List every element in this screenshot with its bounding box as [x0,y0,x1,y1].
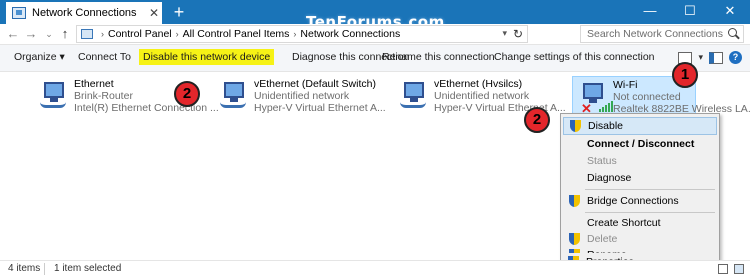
adapter-vethernet-hvsilcs[interactable]: vEthernet (Hvsilcs) Unidentified network… [394,76,566,114]
maximize-button[interactable]: ☐ [670,2,710,20]
address-bar[interactable]: › Control Panel › All Control Panel Item… [76,25,528,43]
callout-step-1: 1 [672,62,698,88]
breadcrumb-separator: › [175,29,179,39]
search-icon[interactable] [725,26,743,42]
change-settings-button[interactable]: Change settings of this connection [494,51,655,63]
status-bar: 4 items 1 item selected [0,260,750,277]
menu-item-diagnose[interactable]: Diagnose [563,169,717,187]
connect-to-button[interactable]: Connect To [78,51,131,63]
organize-button[interactable]: Organize ▾ [14,51,65,63]
adapter-name: vEthernet (Hvsilcs) [434,78,523,90]
new-tab-button[interactable]: + [170,2,188,22]
ethernet-adapter-icon [220,78,248,110]
disable-device-button[interactable]: Disable this network device [139,49,275,65]
menu-item-label: Status [587,155,617,167]
large-icons-view-icon[interactable] [734,264,744,274]
menu-item-label: Delete [587,233,618,245]
tab-title: Network Connections [32,7,137,19]
tab-network-connections[interactable]: Network Connections ✕ [6,2,162,24]
selection-count: 1 item selected [54,263,122,274]
breadcrumb-separator: › [293,29,297,39]
address-dropdown-icon[interactable]: ▾ [502,28,507,39]
wifi-adapter-icon: ✕ [579,79,613,116]
adapter-status: Not connected [613,91,681,103]
menu-item-connect-disconnect[interactable]: Connect / Disconnect [563,135,717,153]
ethernet-adapter-icon [400,78,428,110]
network-connections-icon [12,7,26,19]
item-count: 4 items [8,263,41,274]
callout-step-2-toolbar: 2 [174,81,200,107]
refresh-icon[interactable]: ↻ [513,27,523,41]
adapter-name: vEthernet (Default Switch) [254,78,376,90]
adapter-ethernet[interactable]: Ethernet Brink-Router Intel(R) Ethernet … [34,76,219,114]
view-dropdown-icon[interactable]: ▾ [698,52,703,63]
address-row: ← → ⌄ ↑ › Control Panel › All Control Pa… [0,24,750,44]
minimize-button[interactable]: — [630,2,670,20]
menu-separator [585,189,715,190]
context-menu: Disable Connect / Disconnect Status Diag… [560,113,720,271]
breadcrumb-all-items[interactable]: All Control Panel Items [183,28,290,40]
recent-locations-button[interactable]: ⌄ [42,26,56,42]
uac-shield-icon [569,195,580,207]
tab-close-icon[interactable]: ✕ [146,6,162,20]
up-button[interactable]: ↑ [58,26,72,42]
menu-separator [585,212,715,213]
title-bar: Network Connections ✕ + TenForums.com — … [0,0,750,31]
uac-shield-icon [570,120,581,132]
menu-item-label: Diagnose [587,172,632,184]
menu-item-label: Create Shortcut [587,217,661,229]
rename-button[interactable]: Rename this connection [382,51,495,63]
adapter-vethernet-default-switch[interactable]: vEthernet (Default Switch) Unidentified … [214,76,386,114]
forward-button[interactable]: → [24,26,38,42]
uac-shield-icon [569,233,580,245]
ethernet-adapter-icon [40,78,68,110]
breadcrumb-separator: › [101,29,104,39]
command-bar: Organize ▾ Connect To Disable this netwo… [0,44,750,72]
breadcrumb-control-panel[interactable]: Control Panel [108,28,172,40]
close-button[interactable]: ✕ [710,2,750,20]
status-separator [44,263,45,275]
menu-item-status: Status [563,152,717,170]
menu-item-label: Connect / Disconnect [587,138,695,150]
control-panel-icon [81,29,93,39]
adapter-status: Unidentified network [254,90,350,102]
menu-item-label: Bridge Connections [587,195,679,207]
adapter-status: Unidentified network [434,90,530,102]
menu-item-label: Disable [588,120,624,132]
breadcrumb-network-connections[interactable]: Network Connections [300,28,400,40]
signal-bars-icon [599,101,613,112]
search-input[interactable]: Search Network Connections [580,25,744,43]
help-icon[interactable]: ? [729,51,742,64]
search-placeholder: Search Network Connections [587,28,723,40]
menu-item-disable[interactable]: Disable [563,117,717,135]
adapter-device: Intel(R) Ethernet Connection ... [74,102,219,114]
menu-item-bridge-connections[interactable]: Bridge Connections [563,192,717,210]
details-view-icon[interactable] [718,264,728,274]
back-button[interactable]: ← [6,26,20,42]
adapter-device: Hyper-V Virtual Ethernet A... [254,102,386,114]
preview-pane-icon[interactable] [709,51,723,64]
callout-step-2-menu: 2 [524,107,550,133]
